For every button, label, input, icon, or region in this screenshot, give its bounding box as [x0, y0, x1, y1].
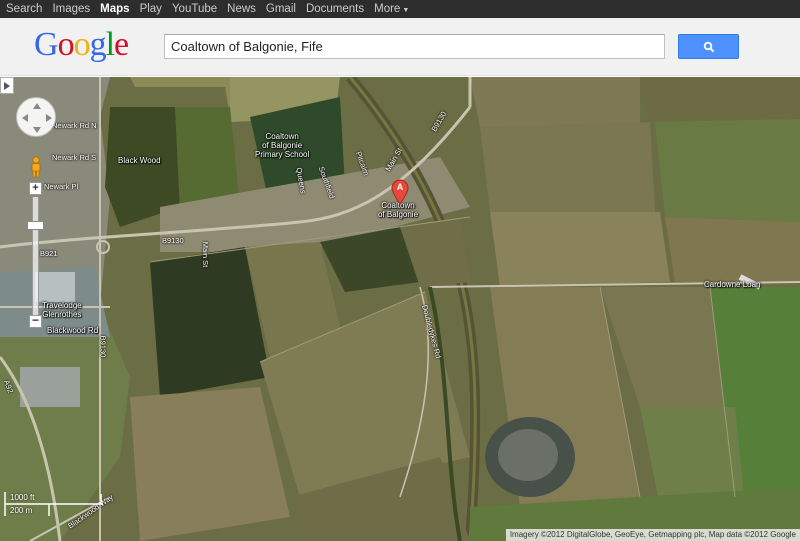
top-navigation-bar: Search Images Maps Play YouTube News Gma… [0, 0, 800, 18]
label-b921: B921 [40, 249, 58, 258]
map-scale: 1000 ft 200 m [4, 489, 104, 519]
logo-letter-o1: o [57, 26, 75, 63]
nav-images[interactable]: Images [52, 3, 90, 15]
label-b9130-left: B9130 [98, 335, 108, 358]
pegman-icon [31, 156, 41, 178]
map-canvas[interactable]: Coaltown of Balgonie Primary School Blac… [0, 77, 800, 541]
satellite-imagery [0, 77, 800, 541]
nav-youtube[interactable]: YouTube [172, 3, 217, 15]
nav-play[interactable]: Play [140, 3, 162, 15]
nav-search[interactable]: Search [6, 3, 42, 15]
nav-more[interactable]: More ▼ [374, 3, 409, 15]
pan-control[interactable] [16, 97, 56, 137]
street-view-pegman[interactable] [29, 156, 43, 178]
label-newark-rd-s: Newark Rd S [52, 153, 97, 162]
search-input[interactable] [164, 34, 665, 59]
search-button[interactable] [678, 34, 739, 59]
logo-letter-o2: o [73, 26, 91, 63]
scale-imperial: 1000 ft [10, 493, 35, 502]
label-newark-pl: Newark Pl [44, 182, 79, 191]
logo-letter-e: e [114, 26, 129, 63]
chevron-right-icon [4, 81, 10, 90]
header: Google [0, 18, 800, 76]
logo-letter-g2: g [89, 26, 107, 63]
label-cardowne-loan: Cardowne Loan [704, 280, 761, 289]
map-copyright: Imagery ©2012 DigitalGlobe, GeoEye, Getm… [505, 529, 800, 541]
label-b9130-mid: B9130 [162, 236, 184, 245]
google-logo[interactable]: Google [34, 26, 129, 63]
label-travelodge: Travelodge Glenrothes [42, 301, 82, 319]
top-nav-links: Search Images Maps Play YouTube News Gma… [0, 0, 800, 18]
logo-letter-g: G [34, 26, 59, 63]
location-marker[interactable]: A [390, 179, 410, 205]
nav-more-label: More [374, 3, 401, 15]
marker-letter: A [396, 182, 404, 192]
caret-down-icon: ▼ [402, 7, 410, 14]
pan-arrows-icon [22, 103, 52, 133]
nav-gmail[interactable]: Gmail [266, 3, 296, 15]
zoom-slider-handle[interactable] [27, 221, 44, 230]
logo-letter-l: l [105, 26, 116, 63]
zoom-out-button[interactable]: − [29, 314, 42, 328]
label-primary-school: Coaltown of Balgonie Primary School [255, 132, 310, 159]
label-newark-rd-n: Newark Rd N [52, 121, 97, 130]
label-main-st: Main St [201, 241, 211, 268]
nav-news[interactable]: News [227, 3, 256, 15]
label-black-wood: Black Wood [118, 156, 161, 165]
nav-maps[interactable]: Maps [100, 3, 129, 15]
panel-toggle-button[interactable] [0, 77, 14, 94]
scale-metric: 200 m [10, 506, 33, 515]
zoom-in-button[interactable]: + [29, 182, 42, 195]
zoom-track[interactable] [32, 197, 39, 315]
nav-documents[interactable]: Documents [306, 3, 364, 15]
search-icon [703, 41, 714, 52]
label-blackwood-rd: Blackwood Rd [47, 326, 99, 335]
